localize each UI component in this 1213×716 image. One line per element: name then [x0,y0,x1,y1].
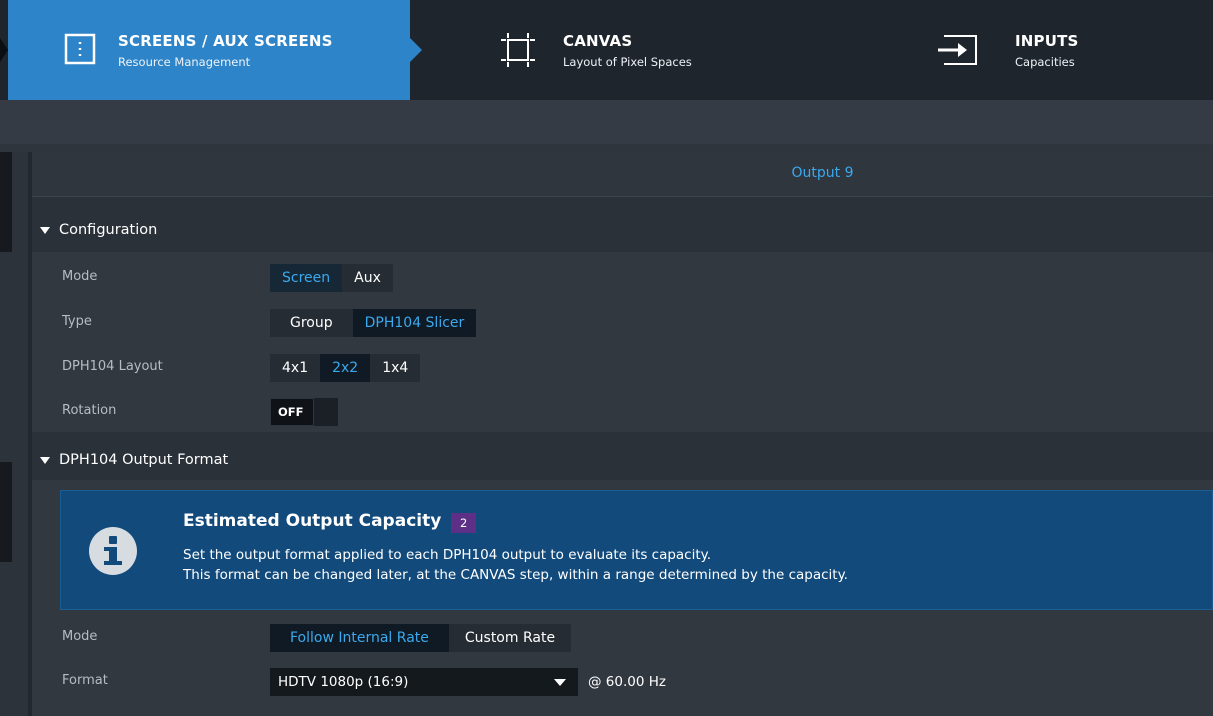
step-title: INPUTS [1015,32,1079,50]
type-option-dph104-slicer[interactable]: DPH104 Slicer [352,309,477,337]
toggle-state: OFF [278,405,304,419]
mode-option-aux[interactable]: Aux [342,264,393,292]
rotation-label: Rotation [62,403,117,418]
stepper-back-arrow[interactable] [0,38,8,62]
rotation-toggle[interactable]: OFF [270,398,338,426]
workflow-stepper: SCREENS / AUX SCREENS Resource Managemen… [0,0,1213,100]
section-label: DPH104 Output Format [59,452,229,468]
output-format-rows: Estimated Output Capacity 2 Set the outp… [32,480,1213,716]
rotation-row: Rotation OFF [32,396,1213,426]
rate-mode-label: Mode [62,629,98,644]
rate-option-custom[interactable]: Custom Rate [448,624,572,652]
output-header: Output 9 [32,152,1213,197]
toolbar-divider [0,144,1213,152]
step-screens-aux[interactable]: SCREENS / AUX SCREENS Resource Managemen… [8,0,422,100]
rail-tab[interactable] [0,152,12,252]
rate-option-follow-internal[interactable]: Follow Internal Rate [270,624,449,652]
rate-mode-segmented: Follow Internal Rate Custom Rate [270,624,572,652]
step-subtitle: Capacities [1015,55,1075,69]
collapse-triangle-icon [40,226,50,234]
output-format-section-header[interactable]: DPH104 Output Format [32,442,1213,478]
layout-segmented: 4x1 2x2 1x4 [270,354,421,382]
type-option-group[interactable]: Group [270,309,353,337]
step-canvas[interactable]: CANVAS Layout of Pixel Spaces [420,0,820,100]
rail-tab[interactable] [0,462,12,562]
step-subtitle: Resource Management [118,55,251,69]
format-value: HDTV 1080p (16:9) [278,674,409,690]
step-title: CANVAS [563,32,633,50]
layout-option-1x4[interactable]: 1x4 [370,354,421,382]
canvas-crop-icon [500,32,536,72]
type-row: Type Group DPH104 Slicer [32,307,1213,337]
capacity-info-box: Estimated Output Capacity 2 Set the outp… [60,490,1213,610]
configuration-section-header[interactable]: Configuration [32,212,1213,248]
type-segmented: Group DPH104 Slicer [270,309,477,337]
format-row: Format HDTV 1080p (16:9) @ 60.00 Hz [32,666,1213,696]
type-label: Type [62,314,92,329]
layout-row: DPH104 Layout 4x1 2x2 1x4 [32,352,1213,382]
step-title: SCREENS / AUX SCREENS [118,32,333,50]
capacity-description-line: Set the output format applied to each DP… [183,547,712,563]
format-dropdown[interactable]: HDTV 1080p (16:9) [270,668,578,696]
layout-label: DPH104 Layout [62,359,163,374]
mode-option-screen[interactable]: Screen [270,264,343,292]
rate-mode-row: Mode Follow Internal Rate Custom Rate [32,622,1213,652]
info-icon [89,527,137,575]
input-arrow-icon [936,32,980,72]
mode-row: Mode Screen Aux [32,262,1213,292]
step-inputs[interactable]: INPUTS Capacities [880,0,1213,100]
step-subtitle: Layout of Pixel Spaces [563,55,692,69]
refresh-rate: @ 60.00 Hz [588,674,666,690]
collapse-triangle-icon [40,456,50,464]
configuration-rows: Mode Screen Aux Type Group DPH104 Slicer… [32,252,1213,432]
screens-icon [64,33,96,69]
capacity-description-line: This format can be changed later, at the… [183,567,848,583]
mode-label: Mode [62,269,98,284]
chevron-down-icon [554,679,566,686]
output-title: Output 9 [791,165,854,181]
layout-option-2x2[interactable]: 2x2 [320,354,371,382]
output-panel: Output 9 Configuration Mode Screen Aux T… [32,152,1213,716]
mode-segmented: Screen Aux [270,264,393,292]
left-rail [0,152,30,716]
toolbar-strip [0,100,1213,144]
format-label: Format [62,673,108,688]
capacity-badge: 2 [451,513,477,533]
capacity-title: Estimated Output Capacity [183,511,442,531]
layout-option-4x1[interactable]: 4x1 [270,354,321,382]
section-label: Configuration [59,222,158,238]
